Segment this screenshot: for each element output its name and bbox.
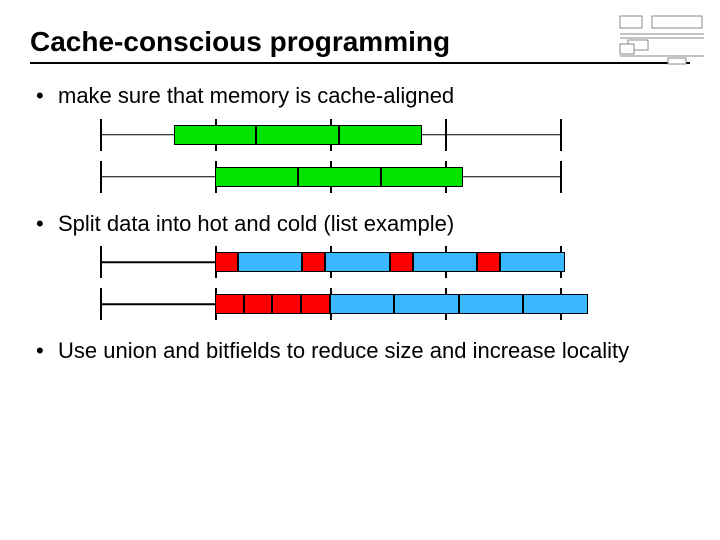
cache-line [100,124,560,146]
green-segment [298,167,381,187]
red-segment [215,294,244,314]
cache-boundary-tick [100,246,102,278]
slide-title: Cache-conscious programming [30,26,690,58]
blue-segment [238,252,302,272]
diagram-cache-alignment [100,124,560,188]
bullet-hot-cold: Split data into hot and cold (list examp… [30,210,690,238]
blue-segment [330,294,394,314]
cache-boundary-tick [560,119,562,151]
green-segment [339,125,422,145]
green-segment [215,167,298,187]
green-segment [381,167,464,187]
blue-segment [459,294,523,314]
cache-boundary-tick [560,161,562,193]
bullet-union-bitfields: Use union and bitfields to reduce size a… [30,337,690,365]
red-segment [301,294,330,314]
blue-segment [500,252,564,272]
red-segment [477,252,500,272]
cache-line [100,293,560,315]
green-segment [256,125,339,145]
blue-segment [413,252,477,272]
red-segment [244,294,273,314]
architecture-icon [618,14,706,66]
green-segment [174,125,257,145]
title-rule [30,62,690,64]
diagram-hot-cold [100,251,560,315]
red-segment [215,252,238,272]
cache-line [100,251,560,273]
cache-boundary-tick [100,161,102,193]
cache-boundary-tick [445,119,447,151]
red-segment [272,294,301,314]
blue-segment [394,294,458,314]
red-segment [390,252,413,272]
blue-segment [325,252,389,272]
cache-boundary-tick [100,288,102,320]
red-segment [302,252,325,272]
cache-line [100,166,560,188]
blue-segment [523,294,587,314]
bullet-cache-aligned: make sure that memory is cache-aligned [30,82,690,110]
cache-boundary-tick [100,119,102,151]
